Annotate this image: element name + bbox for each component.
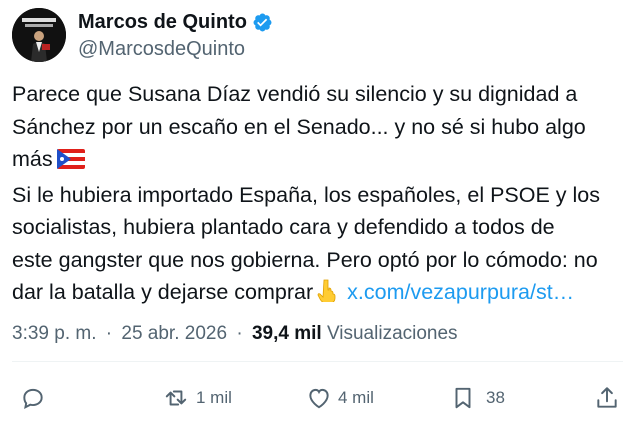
author-handle[interactable]: @MarcosdeQuinto	[78, 37, 245, 61]
tweet-header: Marcos de Quinto @MarcosdeQuinto	[12, 8, 612, 62]
action-bar: 1 mil 4 mil 38	[0, 385, 635, 417]
tweet-line: este gangster que nos gobierna. Pero opt…	[12, 247, 598, 272]
tweet-line: Parece que Susana Díaz vendió su silenci…	[12, 82, 578, 106]
avatar-image	[12, 8, 66, 62]
tweet-line-wrap: más	[12, 143, 624, 179]
like-count: 4 mil	[338, 388, 374, 407]
puerto-rico-flag-icon	[56, 146, 85, 179]
tweet-line: más	[12, 147, 53, 171]
tweet-line: Sánchez por un escaño en el Senado... y …	[12, 114, 586, 139]
pointing-down-icon	[315, 278, 339, 312]
heart-icon	[309, 388, 329, 409]
reply-icon	[23, 388, 43, 409]
reply-button[interactable]	[20, 385, 46, 411]
share-icon	[597, 387, 617, 408]
author-name[interactable]: Marcos de Quinto	[78, 10, 247, 34]
meta-separator: ·	[236, 323, 243, 344]
tweet-line: socialistas, hubiera plantado cara y def…	[12, 215, 555, 239]
tweet-time[interactable]: 3:39 p. m.	[12, 323, 97, 344]
tweet-line-wrap: dar la batalla y dejarse comprar x.com/v…	[12, 276, 624, 312]
tweet-date[interactable]: 25 abr. 2026	[121, 323, 227, 344]
tweet-line: dar la batalla y dejarse comprar	[12, 280, 314, 304]
views-count: 39,4 mil	[251, 323, 322, 344]
retweet-icon	[165, 390, 187, 406]
share-button[interactable]	[594, 385, 620, 411]
bookmark-button[interactable]: 38	[450, 385, 505, 411]
meta-separator: ·	[105, 323, 113, 344]
tweet-meta: 3:39 p. m. · 25 abr. 2026 · 39,4 mil Vis…	[12, 322, 458, 346]
divider	[12, 361, 623, 362]
verified-badge-icon	[252, 12, 273, 33]
bookmark-icon	[455, 387, 471, 409]
tweet-text: Parece que Susana Díaz vendió su silenci…	[12, 78, 624, 312]
like-button[interactable]: 4 mil	[306, 385, 374, 411]
retweet-button[interactable]: 1 mil	[162, 385, 232, 411]
avatar[interactable]	[12, 8, 66, 62]
tweet-line: Si le hubiera importado España, los espa…	[12, 182, 600, 207]
tweet-link[interactable]: x.com/vezapurpura/st…	[347, 280, 574, 304]
bookmark-count: 38	[486, 388, 505, 407]
retweet-count: 1 mil	[196, 388, 232, 407]
views-label: Visualizaciones	[326, 323, 458, 344]
